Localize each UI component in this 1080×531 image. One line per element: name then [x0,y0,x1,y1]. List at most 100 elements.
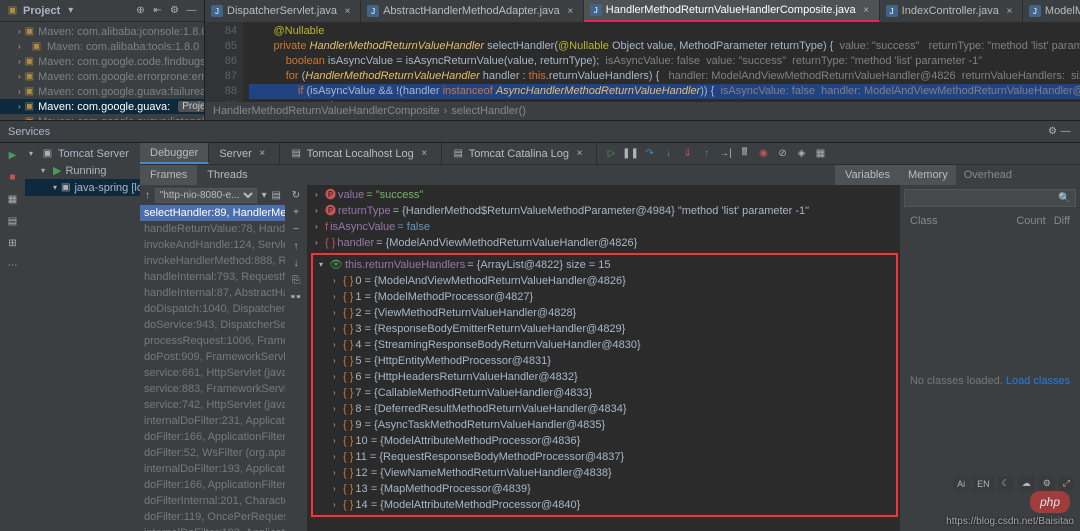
frame-row[interactable]: processRequest:1006, FrameworkServl [140,333,285,349]
add-watch-icon[interactable]: + [290,206,303,219]
frame-row[interactable]: doPost:909, FrameworkServlet (org.sp [140,349,285,365]
rerun-icon[interactable]: ▶ [6,147,19,163]
status-badge[interactable]: ☁ [1018,476,1035,491]
frame-row[interactable]: service:883, FrameworkServlet (org.spr [140,381,285,397]
status-badge[interactable]: Ai [953,477,969,491]
close-icon[interactable]: × [341,5,354,18]
service-tree-row[interactable]: ▾▶Running [25,162,140,179]
frame-row[interactable]: handleReturnValue:78, HandlerMethod [140,221,285,237]
gear-icon[interactable]: ⚙ [168,4,181,17]
glasses-icon[interactable]: 👓 [290,291,303,304]
breadcrumb-method[interactable]: selectHandler() [451,105,526,117]
frame-row[interactable]: doFilter:166, ApplicationFilterChain (or [140,429,285,445]
hide-icon[interactable]: — [1059,125,1072,138]
status-badge[interactable]: ⤢ [1059,476,1074,491]
layout-icon[interactable]: ▦ [814,147,827,160]
prev-frame-icon[interactable]: ↑ [144,189,151,202]
pause-icon[interactable]: ❚❚ [624,147,637,160]
code[interactable]: @Nullable private HandlerMethodReturnVal… [243,22,1080,102]
variable-row[interactable]: › { } 0 = {ModelAndViewMethodReturnValue… [315,273,894,289]
close-icon[interactable]: × [564,5,577,18]
tree-row[interactable]: ›▣Maven: com.google.code.findbugs:jsr305… [0,54,204,69]
variable-row[interactable]: › 🅟 value = "success" [311,187,898,203]
variable-row[interactable]: › { } 6 = {HttpHeadersReturnValueHandler… [315,369,894,385]
services-tree[interactable]: ▾▣Tomcat Server▾▶Running▾▣java-spring [l… [25,143,140,531]
tab-threads[interactable]: Threads [197,165,257,185]
frame-row[interactable]: doFilter:52, WsFilter (org.apache.tomca [140,445,285,461]
variable-row[interactable]: ▾ 👁 this.returnValueHandlers = {ArrayLis… [315,257,894,273]
more-icon[interactable]: ⋯ [6,257,19,273]
code-area[interactable]: 8485868788899091 @Nullable private Handl… [205,22,1080,102]
frame-row[interactable]: service:661, HttpServlet (javax.servlet.… [140,365,285,381]
service-tree-row[interactable]: ▾▣java-spring [local] [25,179,140,196]
frame-row[interactable]: handleInternal:793, RequestMappingH [140,269,285,285]
force-step-icon[interactable]: ⇓ [681,147,694,160]
service-tab[interactable]: Debugger [140,143,209,164]
tab-frames[interactable]: Frames [140,165,197,185]
target-icon[interactable]: ⊕ [134,4,147,17]
frame-row[interactable]: internalDoFilter:231, ApplicationFilterC [140,413,285,429]
hide-icon[interactable]: — [185,4,198,17]
service-tab[interactable]: Server× [209,143,279,164]
variable-row[interactable]: › { } 7 = {CallableMethodReturnValueHand… [315,385,894,401]
tab-memory[interactable]: Memory [900,165,956,185]
view-bp-icon[interactable]: ◈ [795,147,808,160]
editor-tab[interactable]: JAbstractHandlerMethodAdapter.java× [361,0,584,22]
frame-row[interactable]: doFilterInternal:201, CharacterEncoding [140,493,285,509]
up-icon[interactable]: ↑ [290,240,303,253]
frame-row[interactable]: doDispatch:1040, DispatcherServlet (o [140,301,285,317]
load-classes-link[interactable]: Load classes [1006,375,1070,387]
variable-row[interactable]: › { } handler = {ModelAndViewMethodRetur… [311,235,898,251]
dropdown-icon[interactable]: ▾ [64,4,77,17]
frame-row[interactable]: doService:943, DispatcherServlet (org. [140,317,285,333]
variable-row[interactable]: › { } 13 = {MapMethodProcessor@4839} [315,481,894,497]
copy-icon[interactable]: ⎘ [290,274,303,287]
run-to-cursor-icon[interactable]: →| [719,147,732,160]
frame-row[interactable]: internalDoFilter:193, ApplicationFilterC… [140,525,285,531]
tree-row[interactable]: ›▣Maven: com.google.errorprone:error_pro… [0,69,204,84]
dropdown-icon[interactable]: ▾ [261,189,268,202]
breadcrumb[interactable]: HandlerMethodReturnValueHandlerComposite… [205,102,1080,120]
tab-variables[interactable]: Variables [835,165,900,185]
down-icon[interactable]: ↓ [290,257,303,270]
close-icon[interactable]: × [418,147,431,160]
variable-row[interactable]: › { } 11 = {RequestResponseBodyMethodPro… [315,449,894,465]
remove-icon[interactable]: − [290,223,303,236]
step-out-icon[interactable]: ↑ [700,147,713,160]
variable-row[interactable]: › 🅟 returnType = {HandlerMethod$ReturnVa… [311,203,898,219]
variable-row[interactable]: › { } 5 = {HttpEntityMethodProcessor@483… [315,353,894,369]
step-into-icon[interactable]: ↓ [662,147,675,160]
evaluate-icon[interactable]: 🖩 [738,147,751,160]
tree-row[interactable]: ›▣Maven: com.alibaba:tools:1.8.0 [0,39,204,54]
gear-icon[interactable]: ⚙ [1046,125,1059,138]
editor-tab[interactable]: JIndexController.java× [880,0,1023,22]
variable-tree[interactable]: › 🅟 value = "success"› 🅟 returnType = {H… [285,185,900,531]
close-icon[interactable]: × [256,147,269,160]
filter-icon[interactable]: ▤ [272,189,281,202]
variable-row[interactable]: › f isAsyncValue = false [311,219,898,235]
tree-row[interactable]: ›▣Maven: com.alibaba:jconsole:1.8.0 [0,24,204,39]
variable-row[interactable]: › { } 3 = {ResponseBodyEmitterReturnValu… [315,321,894,337]
stop-icon[interactable]: ■ [6,169,19,185]
variable-row[interactable]: › { } 12 = {ViewNameMethodReturnValueHan… [315,465,894,481]
tree-row[interactable]: ›▣Maven: com.google.guava:Project librar… [0,99,204,114]
resume-icon[interactable]: ▷ [605,147,618,160]
editor-tab[interactable]: JModelMethodProcessor.java× [1023,0,1080,22]
frame-row[interactable]: internalDoFilter:193, ApplicationFilterC… [140,461,285,477]
frame-list[interactable]: selectHandler:89, HandlerMethodReturhand… [140,205,285,531]
editor-tab[interactable]: JDispatcherServlet.java× [205,0,361,22]
frame-row[interactable]: doFilter:119, OncePerRequestFilter (org [140,509,285,525]
service-tab[interactable]: ▤Tomcat Localhost Log× [280,143,442,164]
collapse-icon[interactable]: ⇤ [151,4,164,17]
frame-row[interactable]: doFilter:166, ApplicationFilterChain (or… [140,477,285,493]
variable-row[interactable]: › { } 4 = {StreamingResponseBodyReturnVa… [315,337,894,353]
close-icon[interactable]: × [860,4,873,17]
status-badge[interactable]: ☾ [998,476,1014,491]
thread-select[interactable]: "http-nio-8080-e... [155,188,257,203]
editor-tab[interactable]: JHandlerMethodReturnValueHandlerComposit… [584,0,880,22]
status-badge[interactable]: ⚙ [1039,476,1055,491]
restart-icon[interactable]: ↻ [290,189,303,202]
frame-row[interactable]: invokeHandlerMethod:888, RequestMa [140,253,285,269]
frame-row[interactable]: invokeAndHandle:124, ServletInvocabl [140,237,285,253]
memory-search-input[interactable] [904,189,1076,207]
